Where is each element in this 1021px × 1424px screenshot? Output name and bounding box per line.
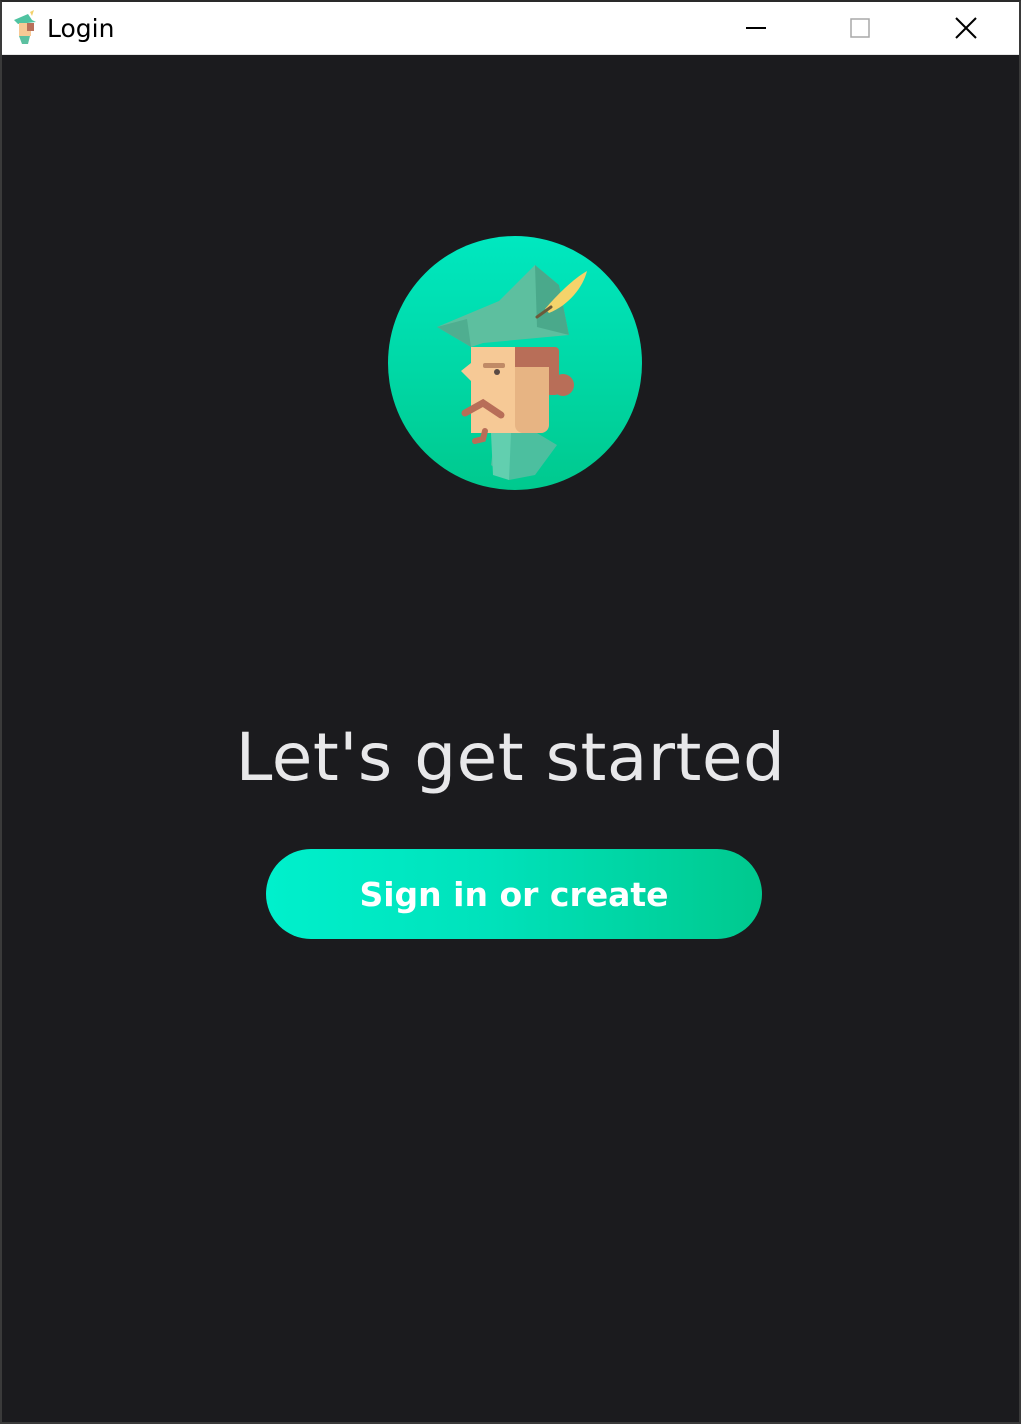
title-bar[interactable]: Login [2, 2, 1019, 55]
window-title: Login [47, 14, 115, 43]
close-icon [955, 17, 977, 39]
maximize-icon [850, 18, 870, 38]
maximize-button[interactable] [810, 2, 910, 54]
sign-in-button[interactable]: Sign in or create [266, 849, 762, 939]
login-window: Login Let's get started Sign in or creat… [0, 0, 1021, 1424]
minimize-icon [746, 27, 766, 29]
close-button[interactable] [916, 2, 1016, 54]
headline: Let's get started [235, 719, 786, 796]
sign-in-button-label: Sign in or create [359, 874, 669, 914]
main-content: Let's get started Sign in or create [2, 55, 1019, 1422]
app-icon [14, 10, 36, 44]
minimize-button[interactable] [706, 2, 806, 54]
robin-hood-avatar-icon [388, 236, 642, 490]
